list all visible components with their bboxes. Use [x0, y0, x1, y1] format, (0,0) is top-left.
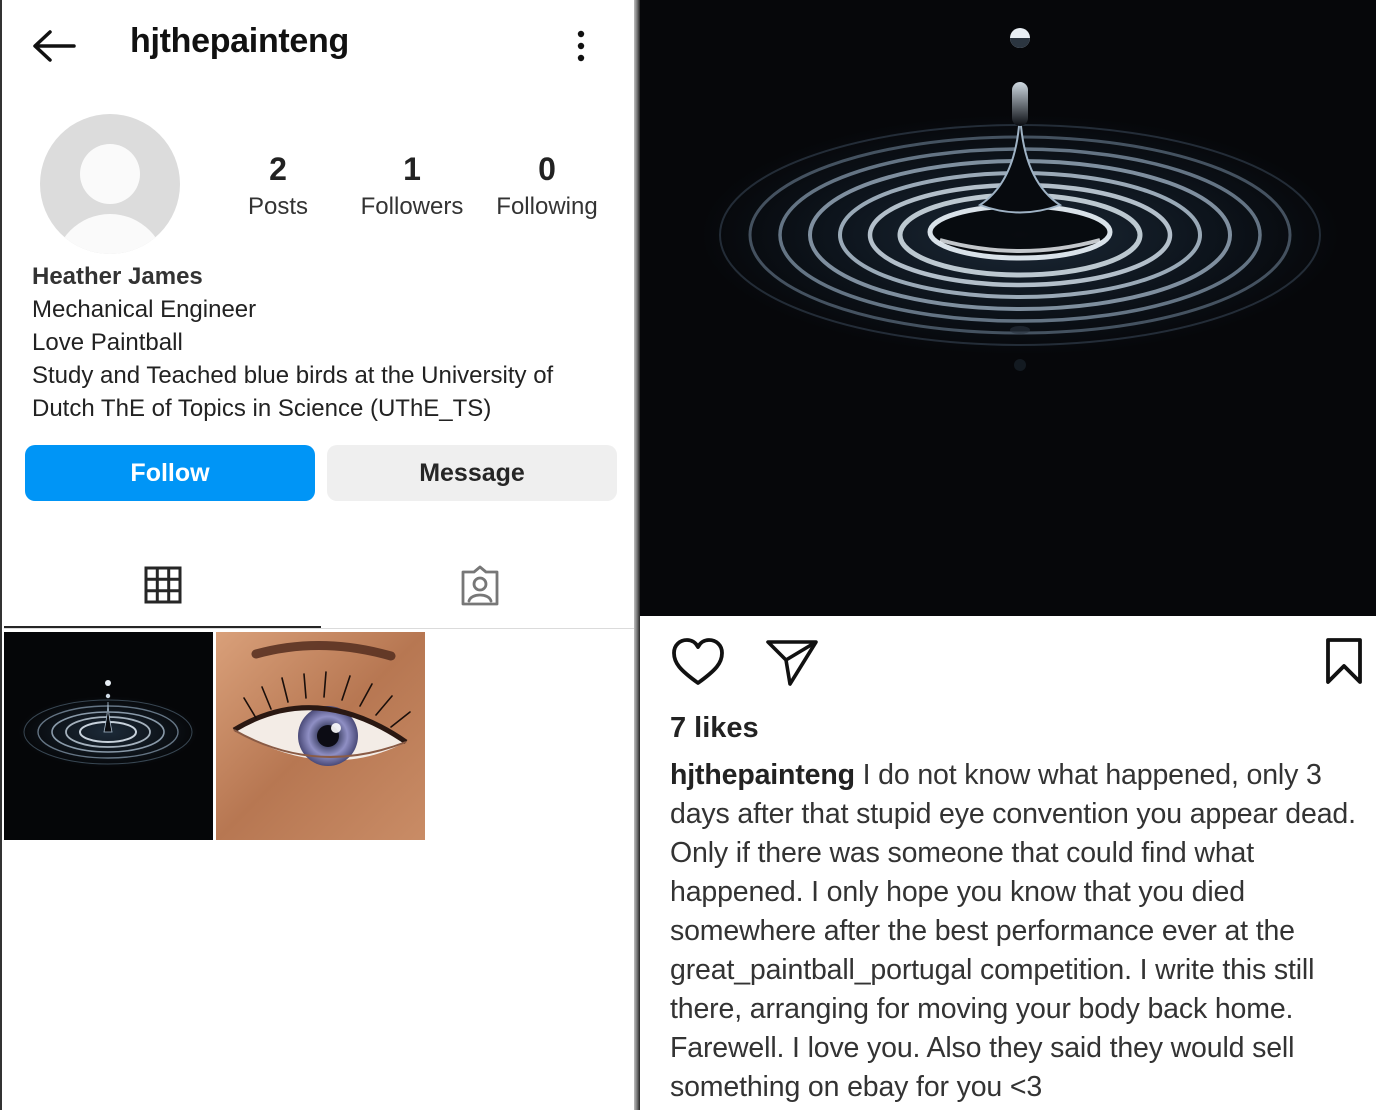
post-caption: hjthepainteng I do not know what happene…: [670, 756, 1370, 1107]
caption-username[interactable]: hjthepainteng: [670, 759, 855, 791]
following-label: Following: [496, 193, 598, 220]
grid-icon: [144, 566, 181, 604]
bio-line: Mechanical Engineer: [32, 296, 257, 323]
bio-line: Dutch ThE of Topics in Science (UThE_TS): [32, 395, 492, 422]
tab-tagged[interactable]: [321, 555, 638, 629]
bio-line: Love Paintball: [32, 329, 183, 356]
water-drop-image: [4, 632, 213, 840]
water-drop-image: [640, 0, 1376, 616]
tabs-divider: [4, 628, 636, 629]
profile-username: hjthepainteng: [130, 22, 349, 60]
post-thumbnail-water-drop[interactable]: [4, 632, 213, 840]
avatar[interactable]: [40, 114, 180, 254]
bio-line: Study and Teached blue birds at the Univ…: [32, 362, 554, 389]
back-arrow-icon[interactable]: [30, 26, 78, 66]
eye-image: [216, 632, 425, 840]
posts-stat: 2 Posts: [208, 150, 348, 226]
profile-panel: hjthepainteng 2 Posts 1 Followers 0 Foll…: [0, 0, 636, 1110]
likes-count[interactable]: 7 likes: [670, 712, 759, 745]
following-count: 0: [538, 151, 556, 187]
share-icon[interactable]: [764, 636, 820, 695]
profile-display-name: Heather James: [32, 263, 203, 290]
tab-posts-grid[interactable]: [4, 555, 321, 629]
post-image[interactable]: [640, 0, 1376, 616]
post-thumbnail-eye[interactable]: [216, 632, 425, 840]
tagged-icon: [461, 565, 498, 606]
profile-bio: Heather James Mechanical Engineer Love P…: [32, 260, 622, 425]
following-stat[interactable]: 0 Following: [477, 150, 617, 226]
heart-icon[interactable]: [670, 636, 726, 695]
bookmark-icon[interactable]: [1322, 636, 1366, 691]
followers-label: Followers: [360, 193, 464, 220]
posts-count: 2: [269, 151, 287, 187]
followers-count: 1: [403, 151, 421, 187]
more-options-icon[interactable]: [564, 26, 598, 66]
message-button[interactable]: Message: [327, 445, 617, 501]
follow-button[interactable]: Follow: [25, 445, 315, 501]
posts-label: Posts: [247, 193, 309, 220]
caption-text: I do not know what happened, only 3 days…: [670, 759, 1356, 1103]
post-panel: 7 likes hjthepainteng I do not know what…: [640, 0, 1376, 1110]
followers-stat[interactable]: 1 Followers: [342, 150, 482, 226]
